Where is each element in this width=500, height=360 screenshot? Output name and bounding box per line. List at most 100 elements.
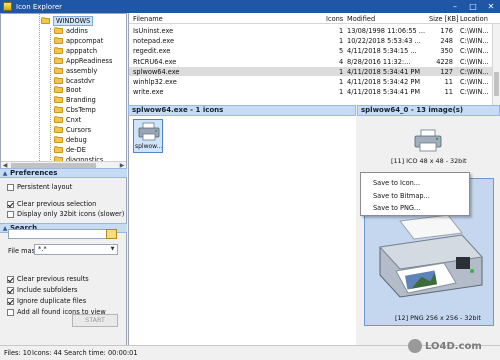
table-row[interactable]: splwow64.exe 1 4/11/2018 5:34:41 PM 127 C:\W… [129, 66, 493, 76]
collapse-chevron-icon[interactable]: ▲ [0, 170, 10, 177]
printer-icon [378, 214, 484, 298]
folder-tree[interactable]: WINDOWS addins appcompat apppatch AppReadin… [0, 13, 127, 170]
tree-item[interactable]: CbsTemp [54, 106, 96, 114]
checkbox-box[interactable] [7, 308, 14, 316]
tree-item[interactable]: bcastdvr [54, 76, 95, 85]
column-header-location[interactable]: Location [460, 15, 488, 23]
cell-filename: winhlp32.exe [133, 78, 177, 86]
tree-item[interactable]: debug [54, 135, 87, 144]
clear-previous-results-checkbox[interactable]: Clear previous results [7, 275, 89, 283]
tree-item[interactable]: appcompat [54, 36, 104, 45]
start-button[interactable]: START [72, 314, 118, 327]
file-mask-value: *.* [38, 245, 47, 253]
tree-item[interactable]: de-DE [54, 145, 86, 154]
lo4d-logo-icon [408, 339, 422, 353]
checkbox-box[interactable] [7, 210, 14, 218]
checkbox-box[interactable] [7, 297, 14, 305]
maximize-button[interactable]: □ [464, 0, 482, 13]
ignore-duplicate-files-checkbox[interactable]: Ignore duplicate files [7, 297, 86, 305]
cell-filename: regedit.exe [133, 47, 171, 56]
tree-item-label: CbsTemp [66, 106, 96, 115]
printer-icon[interactable] [413, 129, 443, 153]
table-row[interactable]: notepad.exe 1 10/22/2018 5:53:43 ... 248 C:\… [129, 36, 493, 45]
table-row[interactable]: write.exe 1 4/11/2018 5:34:41 PM 11 C:\WIN..… [129, 87, 493, 96]
file-list[interactable]: Filename Icons Modified Size [KB] Locati… [128, 13, 500, 105]
include-subfolders-checkbox[interactable]: Include subfolders [7, 286, 77, 294]
column-header-size[interactable]: Size [KB] [429, 15, 459, 23]
icon-tile[interactable]: splwow... [133, 119, 163, 153]
cell-modified: 4/11/2018 5:34:42 PM [347, 78, 421, 86]
cell-icons: 1 [339, 37, 344, 46]
icons-panel[interactable]: splwow... [128, 116, 356, 345]
cell-size: 11 [444, 88, 453, 97]
folder-icon [54, 46, 63, 54]
persistent-layout-checkbox[interactable]: Persistent layout [7, 183, 72, 191]
cell-filename: splwow64.exe [133, 67, 180, 76]
cell-icons: 1 [339, 67, 344, 76]
checkbox-box[interactable] [7, 275, 14, 283]
folder-icon [54, 76, 63, 84]
scrollbar-thumb[interactable] [494, 72, 499, 96]
checkbox-box[interactable] [7, 183, 14, 191]
clear-previous-selection-checkbox[interactable]: Clear previous selection [7, 200, 96, 208]
menu-item-save-png[interactable]: Save to PNG... [373, 204, 420, 212]
cell-location: C:\WIN... [460, 47, 489, 56]
folder-icon [54, 36, 63, 44]
cell-modified: 4/11/2018 5:34:41 PM [347, 67, 421, 76]
folder-icon [54, 56, 63, 64]
checkbox-box[interactable] [7, 286, 14, 294]
display-32bit-checkbox[interactable]: Display only 32bit icons (slower) [7, 210, 124, 218]
cell-location: C:\WIN... [460, 67, 489, 76]
minimize-button[interactable]: – [446, 0, 464, 13]
images-panel[interactable]: [11] ICO 48 x 48 - 32bit [12] PNG 256 x … [357, 116, 500, 345]
search-folder-input[interactable] [8, 229, 108, 239]
column-header-icons[interactable]: Icons [326, 15, 343, 23]
tree-item[interactable]: addins [54, 27, 88, 35]
close-button[interactable]: ✕ [482, 0, 500, 13]
checkbox-label: Persistent layout [17, 183, 73, 191]
menu-item-save-icon[interactable]: Save to Icon... [373, 179, 420, 187]
cell-size: 350 [440, 47, 453, 56]
menu-item-save-bitmap[interactable]: Save to Bitmap... [373, 192, 430, 200]
tree-item[interactable]: Branding [54, 96, 96, 104]
column-header-filename[interactable]: Filename [133, 15, 163, 23]
tree-item[interactable]: Cursors [54, 126, 91, 134]
tree-item[interactable]: Cnxt [54, 116, 81, 124]
tree-item[interactable]: Boot [54, 86, 81, 94]
tree-item[interactable]: apppatch [54, 46, 97, 55]
folder-icon [41, 17, 50, 24]
printer-icon [138, 122, 160, 141]
table-row[interactable]: IsUninst.exe 1 13/08/1998 11:06:55 ... 176 C… [129, 26, 493, 35]
watermark: LO4D.com [408, 337, 494, 355]
checkbox-box[interactable] [7, 200, 14, 208]
table-row[interactable]: RtCRU64.exe 4 8/28/2016 11:32:... 4228 C:\WI… [129, 57, 493, 66]
folder-icon [54, 66, 63, 74]
column-header-modified[interactable]: Modified [347, 15, 375, 23]
tree-item-label: addins [66, 27, 88, 35]
cell-icons: 4 [339, 57, 344, 66]
folder-icon [54, 135, 63, 143]
tree-item-label: de-DE [66, 145, 86, 154]
file-mask-select[interactable]: *.* ▼ [34, 244, 118, 255]
tree-item-label: bcastdvr [66, 76, 95, 85]
preferences-header[interactable]: ▲ Preferences [0, 168, 127, 178]
tree-item[interactable]: AppReadiness [54, 56, 112, 65]
cell-filename: write.exe [133, 88, 164, 97]
browse-folder-icon[interactable] [106, 229, 117, 239]
folder-icon [54, 126, 63, 133]
table-row[interactable]: winhlp32.exe 1 4/11/2018 5:34:42 PM 11 C:\WI… [129, 77, 493, 86]
status-search-time: Search time: 00:00:01 [64, 349, 138, 357]
table-row[interactable]: regedit.exe 5 4/11/2018 5:34:15 ... 350 C:\W… [129, 46, 493, 55]
checkbox-label: Clear previous selection [17, 200, 97, 208]
vertical-scrollbar[interactable] [492, 24, 500, 105]
cell-filename: IsUninst.exe [133, 27, 174, 35]
tree-item-windows[interactable]: WINDOWS [41, 16, 94, 26]
left-panel: WINDOWS addins appcompat apppatch AppReadin… [0, 13, 127, 345]
tree-item[interactable]: assembly [54, 66, 97, 75]
image-caption-png: [12] PNG 256 x 256 - 32bit [395, 314, 481, 322]
tree-item-label: appcompat [66, 36, 104, 45]
chevron-down-icon[interactable]: ▼ [108, 245, 117, 254]
tree-item-label: Boot [66, 86, 82, 95]
cell-icons: 1 [339, 78, 344, 86]
tree-item-label: Cnxt [66, 116, 82, 125]
